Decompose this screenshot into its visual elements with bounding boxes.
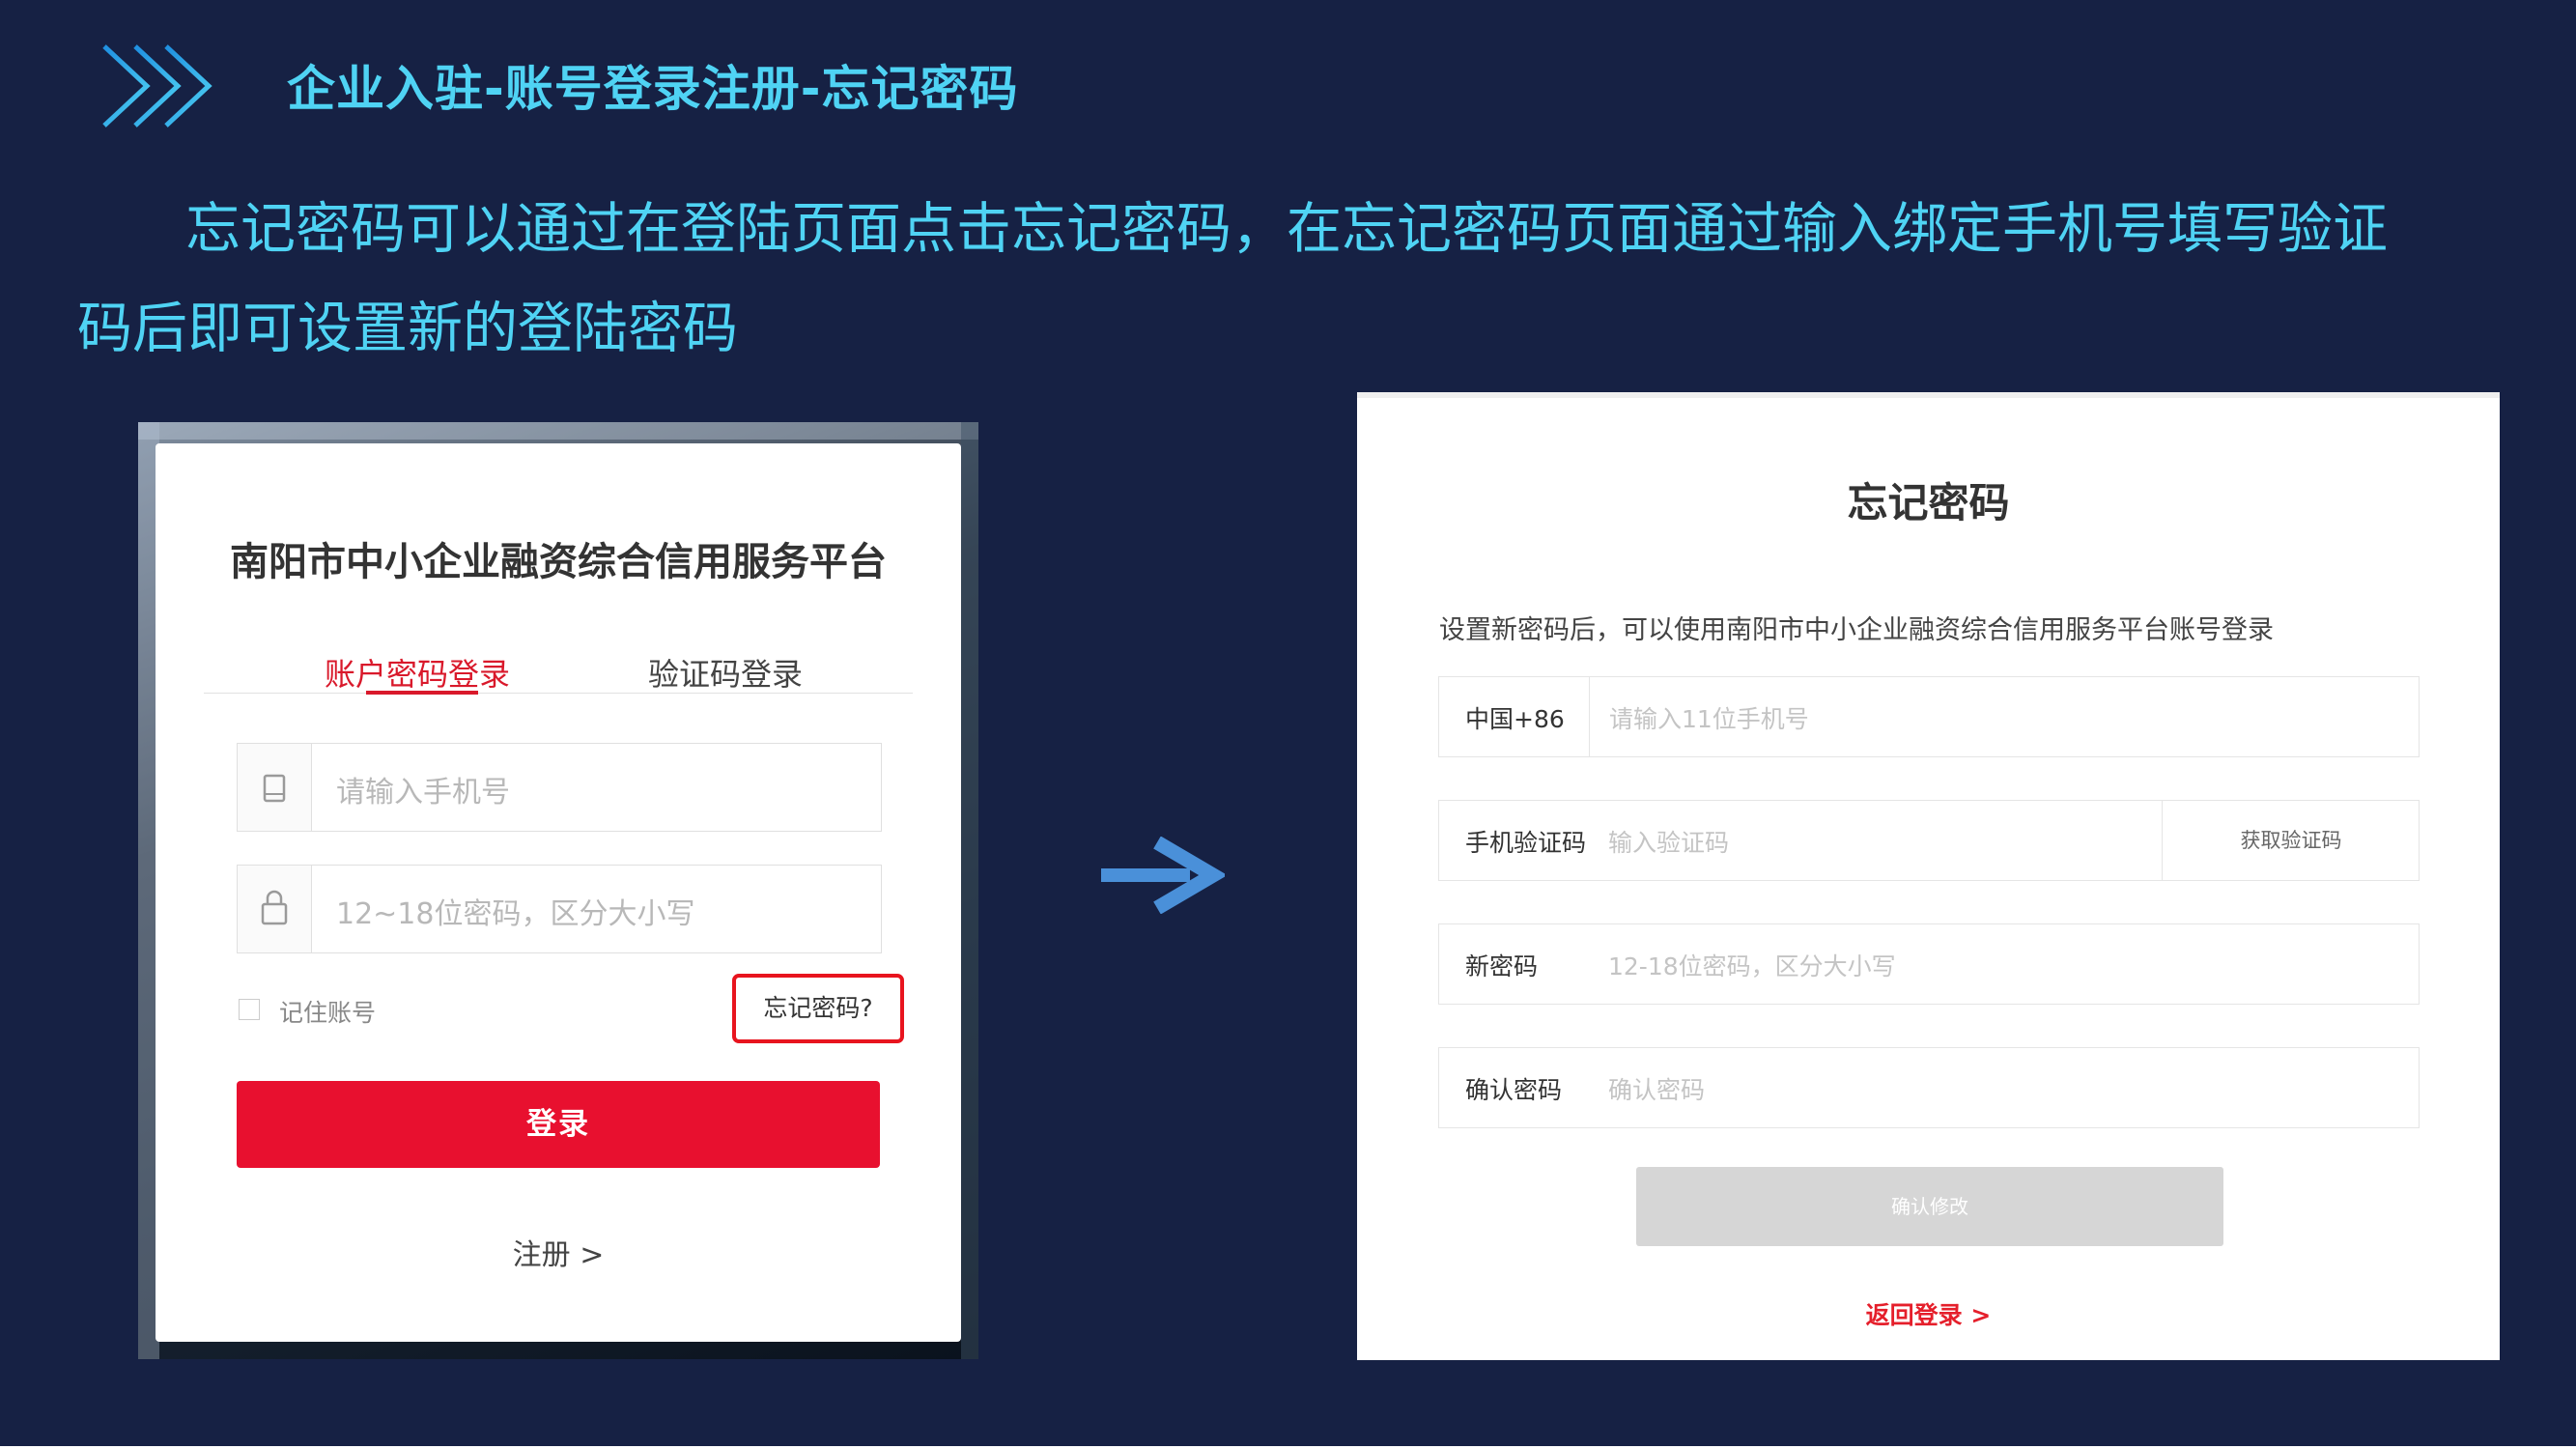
new-password-label: 新密码 (1465, 952, 1539, 980)
triple-chevron-icon (102, 44, 212, 128)
password-placeholder: 12~18位密码，区分大小写 (336, 897, 695, 931)
phone-input[interactable]: 请输入手机号 (237, 743, 882, 832)
new-password-row[interactable]: 新密码 12-18位密码，区分大小写 (1438, 923, 2420, 1005)
confirm-password-label: 确认密码 (1465, 1076, 1563, 1104)
tab-divider (204, 693, 913, 694)
new-password-placeholder: 12-18位密码，区分大小写 (1608, 952, 1896, 980)
row-separator (1589, 677, 1590, 756)
phone-icon (238, 744, 312, 831)
back-to-login-link[interactable]: 返回登录 > (1357, 1296, 2500, 1331)
remember-label: 记住账号 (279, 999, 377, 1027)
forgot-password-link[interactable]: 忘记密码? (732, 974, 904, 1043)
forgot-title: 忘记密码 (1847, 479, 2010, 526)
confirm-password-row[interactable]: 确认密码 确认密码 (1438, 1047, 2420, 1128)
phone-row[interactable]: 中国+86 请输入11位手机号 (1438, 676, 2420, 757)
tab-password-login[interactable]: 账户密码登录 (325, 650, 510, 695)
register-link[interactable]: 注册 > (156, 1231, 961, 1273)
confirm-password-placeholder: 确认密码 (1608, 1076, 1706, 1104)
login-button[interactable]: 登录 (237, 1081, 880, 1168)
phone-number-placeholder: 请输入11位手机号 (1609, 705, 1809, 733)
confirm-change-button[interactable]: 确认修改 (1636, 1167, 2223, 1246)
slide-title: 企业入驻-账号登录注册-忘记密码 (287, 61, 1019, 117)
right-arrow-icon (1101, 837, 1225, 914)
password-input[interactable]: 12~18位密码，区分大小写 (237, 865, 882, 953)
verification-code-placeholder: 输入验证码 (1608, 829, 1730, 857)
platform-title: 南阳市中小企业融资综合信用服务平台 (230, 540, 887, 584)
login-screenshot: 南阳市中小企业融资综合信用服务平台 账户密码登录 验证码登录 请输入手机号 12… (138, 422, 978, 1359)
remember-checkbox[interactable] (239, 999, 260, 1020)
verification-code-label: 手机验证码 (1465, 829, 1587, 857)
phone-placeholder: 请输入手机号 (336, 776, 510, 810)
tab-code-login[interactable]: 验证码登录 (648, 650, 803, 695)
country-code-prefix[interactable]: 中国+86 (1465, 700, 1565, 735)
lock-icon (238, 866, 312, 952)
login-card: 南阳市中小企业融资综合信用服务平台 账户密码登录 验证码登录 请输入手机号 12… (156, 443, 961, 1342)
intro-paragraph: 忘记密码可以通过在登陆页面点击忘记密码，在忘记密码页面通过输入绑定手机号填写验证… (77, 197, 2388, 360)
forgot-description: 设置新密码后，可以使用南阳市中小企业融资综合信用服务平台账号登录 (1439, 615, 2274, 645)
verification-code-row[interactable]: 手机验证码 输入验证码 获取验证码 (1438, 800, 2420, 881)
forgot-password-screenshot: 忘记密码 设置新密码后，可以使用南阳市中小企业融资综合信用服务平台账号登录 中国… (1357, 392, 2500, 1360)
active-tab-indicator (366, 691, 478, 695)
row-separator (2162, 801, 2163, 880)
get-code-button[interactable]: 获取验证码 (2164, 801, 2419, 880)
